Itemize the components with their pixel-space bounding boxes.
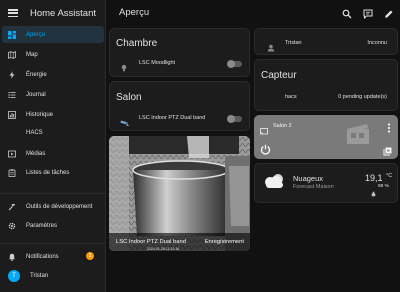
sidebar-header: Home Assistant (0, 0, 105, 26)
chambre-title: Chambre (116, 38, 158, 49)
cctv-icon (120, 114, 129, 126)
weather-humidity: 88 % (378, 184, 389, 189)
sidebar-item-medias[interactable]: Médias (2, 145, 104, 162)
sidebar-item-label: Paramètres (26, 222, 58, 229)
hammer-icon (8, 203, 16, 211)
list-icon (8, 91, 16, 99)
capteur-card: Capteur hacs 0 pending update(s) (254, 59, 398, 111)
weather-temperature: 19,1 (365, 173, 383, 183)
salon-card: Salon LSC Indoor PTZ Dual band (109, 81, 250, 131)
salon-entity-name[interactable]: LSC Indoor PTZ Dual band (139, 115, 205, 121)
menu-icon[interactable] (8, 9, 18, 17)
more-vert-icon[interactable] (387, 120, 391, 133)
chart-icon (8, 110, 16, 119)
ptz-toggle[interactable] (227, 115, 242, 123)
sidebar-item-label: Listes de tâches (26, 169, 70, 176)
sidebar-item-label: Outils de développement (26, 203, 93, 210)
salon-title: Salon (116, 92, 142, 103)
person-name: Tristan (285, 40, 302, 46)
media-icon (8, 150, 16, 158)
sidebar-item-user[interactable]: T Tristan (2, 267, 104, 284)
camera-card[interactable]: LSC Indoor PTZ Dual band Enregistrement … (109, 136, 250, 251)
media-player-card[interactable]: Salon 2 (254, 115, 398, 159)
sidebar-item-notifications[interactable]: Notifications 1 (2, 248, 104, 265)
media-player-name: Salon 2 (273, 123, 292, 129)
sidebar-item-label: Journal (26, 91, 46, 98)
media-library-icon[interactable] (383, 143, 392, 156)
movie-icon (346, 123, 370, 145)
sidebar-divider (0, 193, 106, 194)
weather-condition: Nuageux (293, 174, 324, 183)
sidebar-divider (0, 243, 106, 244)
sidebar-item-label: Énergie (26, 71, 47, 78)
sidebar-item-label: Médias (26, 150, 46, 157)
top-bar: Aperçu (107, 0, 400, 24)
camera-timestamp: 2024-01-28 11:12:16 (147, 247, 180, 251)
sidebar-item-historique[interactable]: Historique (2, 106, 104, 123)
avatar: T (8, 269, 20, 282)
dashboard-icon (8, 30, 16, 39)
cloudy-icon (263, 172, 287, 192)
capteur-entity-name[interactable]: hacs (285, 94, 297, 100)
sidebar-item-energie[interactable]: Énergie (2, 66, 104, 83)
clipboard-icon (8, 168, 16, 177)
weather-source: Forecast Maison (293, 184, 334, 190)
sidebar-item-label: Map (26, 51, 38, 58)
weather-card[interactable]: Nuageux Forecast Maison 19,1 °C 88 % (254, 163, 398, 203)
search-icon[interactable] (342, 6, 352, 19)
page-title: Aperçu (119, 6, 150, 18)
lightbulb-icon (120, 59, 128, 72)
capteur-state: 0 pending update(s) (338, 94, 387, 100)
sidebar-item-dev-tools[interactable]: Outils de développement (2, 198, 104, 215)
person-state: Inconnu (367, 40, 387, 46)
gear-icon (8, 222, 16, 230)
account-icon (267, 39, 275, 52)
map-icon (8, 50, 16, 59)
moodlight-toggle[interactable] (227, 60, 242, 68)
water-drop-icon (371, 184, 376, 197)
app-title: Home Assistant (30, 7, 96, 19)
sidebar-item-listes-de-taches[interactable]: Listes de tâches (2, 164, 104, 181)
power-icon[interactable] (260, 142, 271, 155)
sidebar-item-label: HACS (26, 129, 43, 136)
pencil-icon[interactable] (384, 6, 394, 18)
sidebar-item-journal[interactable]: Journal (2, 86, 104, 103)
sidebar: Home Assistant Aperçu Map Énergie Journa… (0, 0, 106, 292)
weather-unit: °C (386, 173, 393, 179)
sidebar-item-apercu[interactable]: Aperçu (2, 26, 104, 43)
chambre-card: Chambre LSC Moodlight (109, 28, 250, 77)
sidebar-item-label: Aperçu (26, 31, 46, 38)
sidebar-item-label: Historique (26, 111, 54, 118)
camera-state: Enregistrement (204, 239, 244, 245)
sidebar-item-map[interactable]: Map (2, 46, 104, 63)
sidebar-item-label: Tristan (30, 272, 49, 279)
capteur-title: Capteur (261, 70, 297, 81)
cast-icon (260, 122, 268, 135)
chambre-entity-name[interactable]: LSC Moodlight (139, 60, 175, 66)
sidebar-item-label: Notifications (26, 253, 59, 260)
person-card[interactable]: Tristan Inconnu (254, 28, 398, 55)
sidebar-item-hacs[interactable]: HACS (2, 124, 104, 141)
assist-icon[interactable] (363, 6, 373, 20)
camera-name: LSC Indoor PTZ Dual band (116, 239, 186, 245)
notification-badge: 1 (86, 252, 94, 260)
bell-icon (8, 253, 16, 261)
lightning-icon (8, 70, 16, 79)
sidebar-item-parametres[interactable]: Paramètres (2, 217, 104, 234)
